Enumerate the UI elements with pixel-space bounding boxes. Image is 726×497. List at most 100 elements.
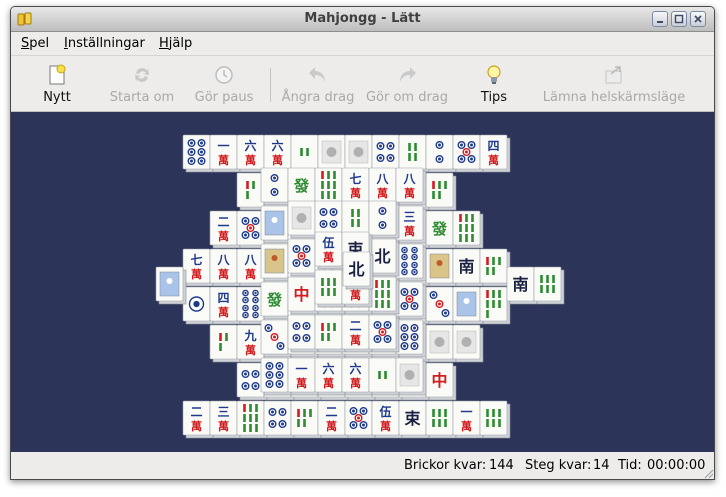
menu-spel[interactable]: Spel (21, 36, 49, 51)
mahjong-tile[interactable]: 三萬 (209, 400, 241, 439)
menu-installningar[interactable]: Inställningar (64, 36, 145, 51)
svg-text:發: 發 (266, 291, 283, 309)
mahjong-tile[interactable]: 二萬 (317, 400, 349, 439)
mahjong-tile[interactable] (425, 248, 457, 287)
title-bar[interactable]: Mahjongg - Lätt (11, 7, 714, 32)
mahjong-tile[interactable] (260, 243, 292, 282)
mahjong-tile[interactable] (314, 314, 346, 353)
mahjong-tile[interactable] (182, 286, 214, 325)
mahjong-tile[interactable]: 六萬 (263, 134, 295, 173)
mahjong-tile[interactable]: 二萬 (341, 314, 373, 353)
pause-button[interactable]: Gör paus (189, 58, 259, 108)
mahjong-tile[interactable] (290, 134, 322, 173)
mahjong-tile[interactable] (425, 286, 457, 325)
redo-button[interactable]: Gör om drag (365, 58, 449, 108)
mahjong-tile[interactable] (452, 134, 484, 173)
mahjong-tile[interactable] (260, 319, 292, 358)
mahjong-tile[interactable] (398, 134, 430, 173)
mahjong-tile[interactable] (314, 269, 346, 308)
mahjong-tile[interactable]: 北 (342, 251, 374, 290)
mahjong-tile[interactable]: 一萬 (209, 134, 241, 173)
mahjong-tile[interactable]: 一萬 (452, 400, 484, 439)
mahjong-tile[interactable] (260, 357, 292, 396)
mahjong-tile[interactable] (155, 266, 187, 305)
mahjong-tile[interactable] (395, 357, 427, 396)
close-icon (694, 15, 702, 23)
mahjong-tile[interactable]: 四萬 (209, 286, 241, 325)
mahjong-tile[interactable]: 六萬 (341, 357, 373, 396)
hint-button[interactable]: Tips (474, 58, 514, 108)
mahjong-tile[interactable] (395, 243, 427, 282)
mahjong-tile[interactable] (287, 238, 319, 277)
mahjong-tile[interactable]: 七萬 (182, 248, 214, 287)
mahjong-tile[interactable] (395, 319, 427, 358)
mahjong-tile[interactable] (368, 200, 400, 239)
mahjong-tile[interactable] (479, 248, 511, 287)
mahjong-tile[interactable] (368, 357, 400, 396)
mahjong-tile[interactable] (182, 134, 214, 173)
mahjong-tile[interactable] (260, 205, 292, 244)
mahjong-tile[interactable]: 伍萬 (371, 400, 403, 439)
mahjong-tile[interactable]: 七萬 (341, 167, 373, 206)
mahjong-tile[interactable]: 三萬 (395, 205, 427, 244)
mahjong-tile[interactable] (260, 167, 292, 206)
mahjong-tile[interactable] (425, 400, 457, 439)
mahjong-tile[interactable] (395, 281, 427, 320)
mahjong-tile[interactable]: 八萬 (209, 248, 241, 287)
mahjong-tile[interactable]: 南 (452, 248, 484, 287)
maximize-button[interactable] (671, 11, 687, 27)
mahjong-tile[interactable] (344, 134, 376, 173)
mahjong-tile[interactable]: 北 (368, 238, 400, 277)
mahjong-tile[interactable] (452, 324, 484, 363)
mahjong-tile[interactable] (287, 314, 319, 353)
mahjong-tile[interactable] (479, 400, 511, 439)
undo-button[interactable]: Ångra drag (279, 58, 357, 108)
mahjong-tile[interactable] (452, 286, 484, 325)
mahjong-tile[interactable]: 束 (398, 400, 430, 439)
game-board[interactable]: 一萬六萬六萬四萬北中二萬三萬二萬伍萬束一萬發七萬八萬八萬伍萬九萬三萬南四萬發四萬… (11, 112, 714, 452)
minimize-button[interactable] (652, 11, 668, 27)
mahjong-tile[interactable] (368, 314, 400, 353)
new-game-button[interactable]: Nytt (31, 58, 83, 108)
moves-left-label: Steg kvar: (525, 458, 592, 473)
mahjong-tile[interactable]: 二萬 (209, 210, 241, 249)
mahjong-tile[interactable] (287, 200, 319, 239)
mahjong-tile[interactable] (479, 286, 511, 325)
mahjong-tile[interactable]: 中 (287, 276, 319, 315)
mahjong-tile[interactable]: 中 (425, 362, 457, 401)
mahjong-tile[interactable]: 發 (287, 167, 319, 206)
menu-hjalp[interactable]: Hjälp (159, 36, 192, 51)
leave-fullscreen-button[interactable]: Lämna helskärmsläge (538, 58, 690, 108)
mahjong-tile[interactable]: 四萬 (479, 134, 511, 173)
mahjong-tile[interactable] (236, 400, 268, 439)
close-button[interactable] (690, 11, 706, 27)
mahjong-tile[interactable] (314, 167, 346, 206)
tile-layout[interactable]: 一萬六萬六萬四萬北中二萬三萬二萬伍萬束一萬發七萬八萬八萬伍萬九萬三萬南四萬發四萬… (11, 112, 714, 452)
mahjong-tile[interactable] (425, 324, 457, 363)
mahjong-tile[interactable] (263, 400, 295, 439)
restart-button[interactable]: Starta om (104, 58, 180, 108)
mahjong-tile[interactable] (344, 400, 376, 439)
mahjong-tile[interactable]: 六萬 (314, 357, 346, 396)
mahjong-tile[interactable] (317, 134, 349, 173)
mahjong-tile[interactable] (290, 400, 322, 439)
mahjong-tile[interactable]: 南 (506, 266, 538, 305)
mahjong-tile[interactable]: 伍萬 (314, 231, 346, 270)
mahjong-tile[interactable]: 發 (260, 281, 292, 320)
mahjong-tile[interactable]: 八萬 (368, 167, 400, 206)
mahjong-tile[interactable]: 發 (425, 210, 457, 249)
mahjong-tile[interactable]: 八萬 (395, 167, 427, 206)
mahjong-tile[interactable] (371, 134, 403, 173)
mahjong-tile[interactable] (533, 266, 565, 305)
mahjong-tile[interactable]: 一萬 (287, 357, 319, 396)
mahjong-tile[interactable] (425, 134, 457, 173)
mahjong-tile[interactable] (452, 210, 484, 249)
svg-text:一: 一 (295, 362, 307, 376)
mahjong-tile[interactable] (209, 324, 241, 363)
resize-grip-icon[interactable] (702, 467, 714, 479)
mahjong-tile[interactable] (425, 172, 457, 211)
mahjong-tile[interactable]: 二萬 (182, 400, 214, 439)
new-game-label: Nytt (43, 90, 71, 105)
mahjong-tile[interactable] (368, 276, 400, 315)
mahjong-tile[interactable]: 六萬 (236, 134, 268, 173)
